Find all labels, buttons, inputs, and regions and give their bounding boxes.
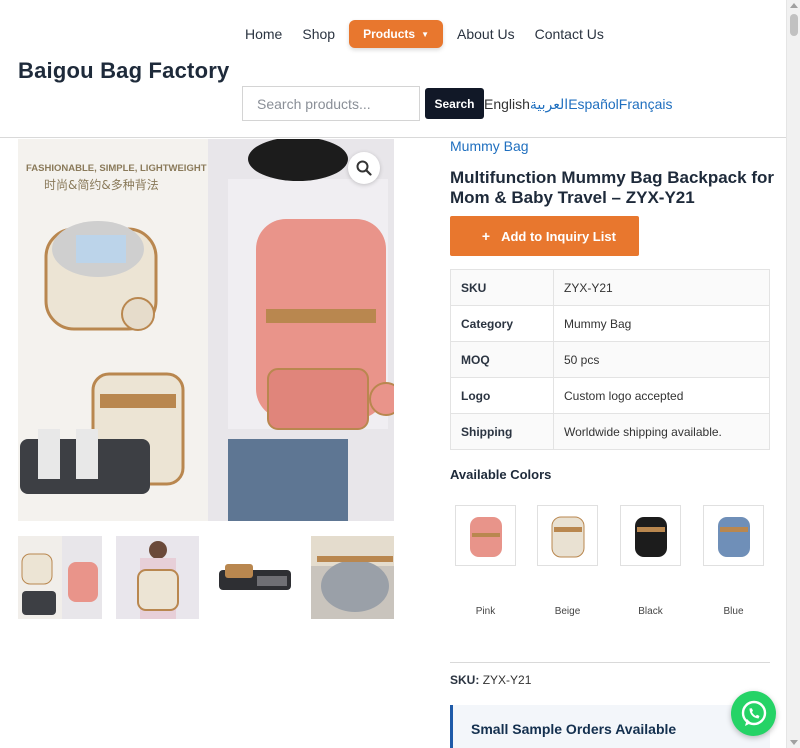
spec-key: MOQ: [450, 341, 554, 378]
spec-key: Shipping: [450, 413, 554, 450]
lang-french[interactable]: Français: [619, 96, 673, 113]
available-colors-heading: Available Colors: [450, 467, 552, 482]
whatsapp-chat-button[interactable]: [731, 691, 776, 736]
nav-about[interactable]: About Us: [447, 20, 525, 48]
thumbnail-4-art: [310, 536, 394, 619]
main-image-caption-en: FASHIONABLE, SIMPLE, LIGHTWEIGHT: [26, 163, 207, 174]
whatsapp-icon: [741, 700, 766, 726]
table-row: SKU ZYX-Y21: [450, 269, 770, 306]
notice-title: Small Sample Orders Available: [471, 721, 677, 737]
product-main-image-art: FASHIONABLE, SIMPLE, LIGHTWEIGHT 时尚&简约&多…: [18, 139, 394, 521]
nav-products[interactable]: Products ▼: [349, 20, 443, 48]
scroll-up-arrow-icon[interactable]: [790, 3, 798, 8]
spec-value: Mummy Bag: [553, 305, 770, 342]
thumbnail-3[interactable]: [213, 536, 297, 619]
lang-spanish[interactable]: Español: [568, 96, 619, 113]
product-main-image[interactable]: FASHIONABLE, SIMPLE, LIGHTWEIGHT 时尚&简约&多…: [18, 139, 394, 521]
color-label-blue: Blue: [723, 606, 744, 617]
section-divider: [450, 662, 770, 663]
color-swatch-black-art: [634, 516, 667, 557]
lang-arabic[interactable]: العربية: [530, 96, 568, 113]
spec-value: 50 pcs: [553, 341, 770, 378]
product-meta-sku: SKU: ZYX-Y21: [450, 673, 531, 687]
table-row: Logo Custom logo accepted: [450, 377, 770, 414]
color-swatch-pink-art: [469, 516, 502, 557]
nav-products-label: Products: [363, 27, 416, 41]
thumbnail-1-art: [18, 536, 102, 619]
spec-key: SKU: [450, 269, 554, 306]
nav-shop[interactable]: Shop: [292, 20, 345, 48]
table-row: Category Mummy Bag: [450, 305, 770, 342]
color-label-black: Black: [638, 606, 663, 617]
table-row: Shipping Worldwide shipping available.: [450, 413, 770, 450]
product-title: Multifunction Mummy Bag Backpack for Mom…: [450, 168, 774, 207]
add-to-inquiry-button[interactable]: + Add to Inquiry List: [450, 216, 639, 256]
spec-value: ZYX-Y21: [553, 269, 770, 306]
language-switcher: English العربية Español Français: [484, 96, 672, 113]
main-nav: Home Shop Products ▼ About Us Contact Us: [235, 20, 614, 48]
spec-value: Custom logo accepted: [553, 377, 770, 414]
beige-backpack-open: [44, 221, 158, 331]
thumbnail-2[interactable]: [115, 536, 199, 619]
spec-key: Category: [450, 305, 554, 342]
page-scrollbar[interactable]: [786, 0, 800, 748]
sample-orders-notice: Small Sample Orders Available: [450, 705, 770, 748]
color-swatch-blue-art: [717, 516, 750, 557]
add-to-inquiry-label: Add to Inquiry List: [501, 228, 616, 244]
product-category-link[interactable]: Mummy Bag: [450, 138, 529, 154]
color-swatch-beige[interactable]: [537, 505, 598, 566]
chevron-down-icon: ▼: [421, 29, 429, 39]
thumbnail-4[interactable]: [310, 536, 394, 619]
scroll-thumb[interactable]: [790, 14, 798, 36]
color-label-pink: Pink: [475, 606, 496, 617]
sku-value: ZYX-Y21: [482, 673, 532, 687]
thumbnail-3-art: [213, 536, 297, 619]
sku-label: SKU:: [450, 673, 480, 687]
thumbnail-strip: [18, 536, 394, 619]
color-swatch-beige-art: [551, 516, 584, 557]
color-swatch-black[interactable]: [620, 505, 681, 566]
nav-contact[interactable]: Contact Us: [525, 20, 614, 48]
color-label-beige: Beige: [554, 606, 581, 617]
nav-home[interactable]: Home: [235, 20, 292, 48]
search-button[interactable]: Search: [425, 88, 484, 119]
site-logo[interactable]: Baigou Bag Factory: [18, 58, 229, 84]
color-swatch-pink[interactable]: [455, 505, 516, 566]
table-row: MOQ 50 pcs: [450, 341, 770, 378]
site-header: Baigou Bag Factory Home Shop Products ▼ A…: [0, 0, 786, 138]
search-input[interactable]: [242, 86, 420, 121]
color-swatch-blue[interactable]: [703, 505, 764, 566]
zoom-button[interactable]: [348, 152, 380, 184]
spec-key: Logo: [450, 377, 554, 414]
scroll-down-arrow-icon[interactable]: [790, 740, 798, 745]
spec-value: Worldwide shipping available.: [553, 413, 770, 450]
lang-english[interactable]: English: [484, 96, 530, 113]
main-image-caption-zh: 时尚&简约&多种背法: [44, 177, 159, 192]
thumbnail-1[interactable]: [18, 536, 102, 619]
product-specs-table: SKU ZYX-Y21 Category Mummy Bag MOQ 50 pc…: [450, 269, 770, 450]
plus-icon: +: [481, 228, 491, 244]
magnifier-icon: [356, 160, 372, 176]
thumbnail-2-art: [115, 536, 199, 619]
